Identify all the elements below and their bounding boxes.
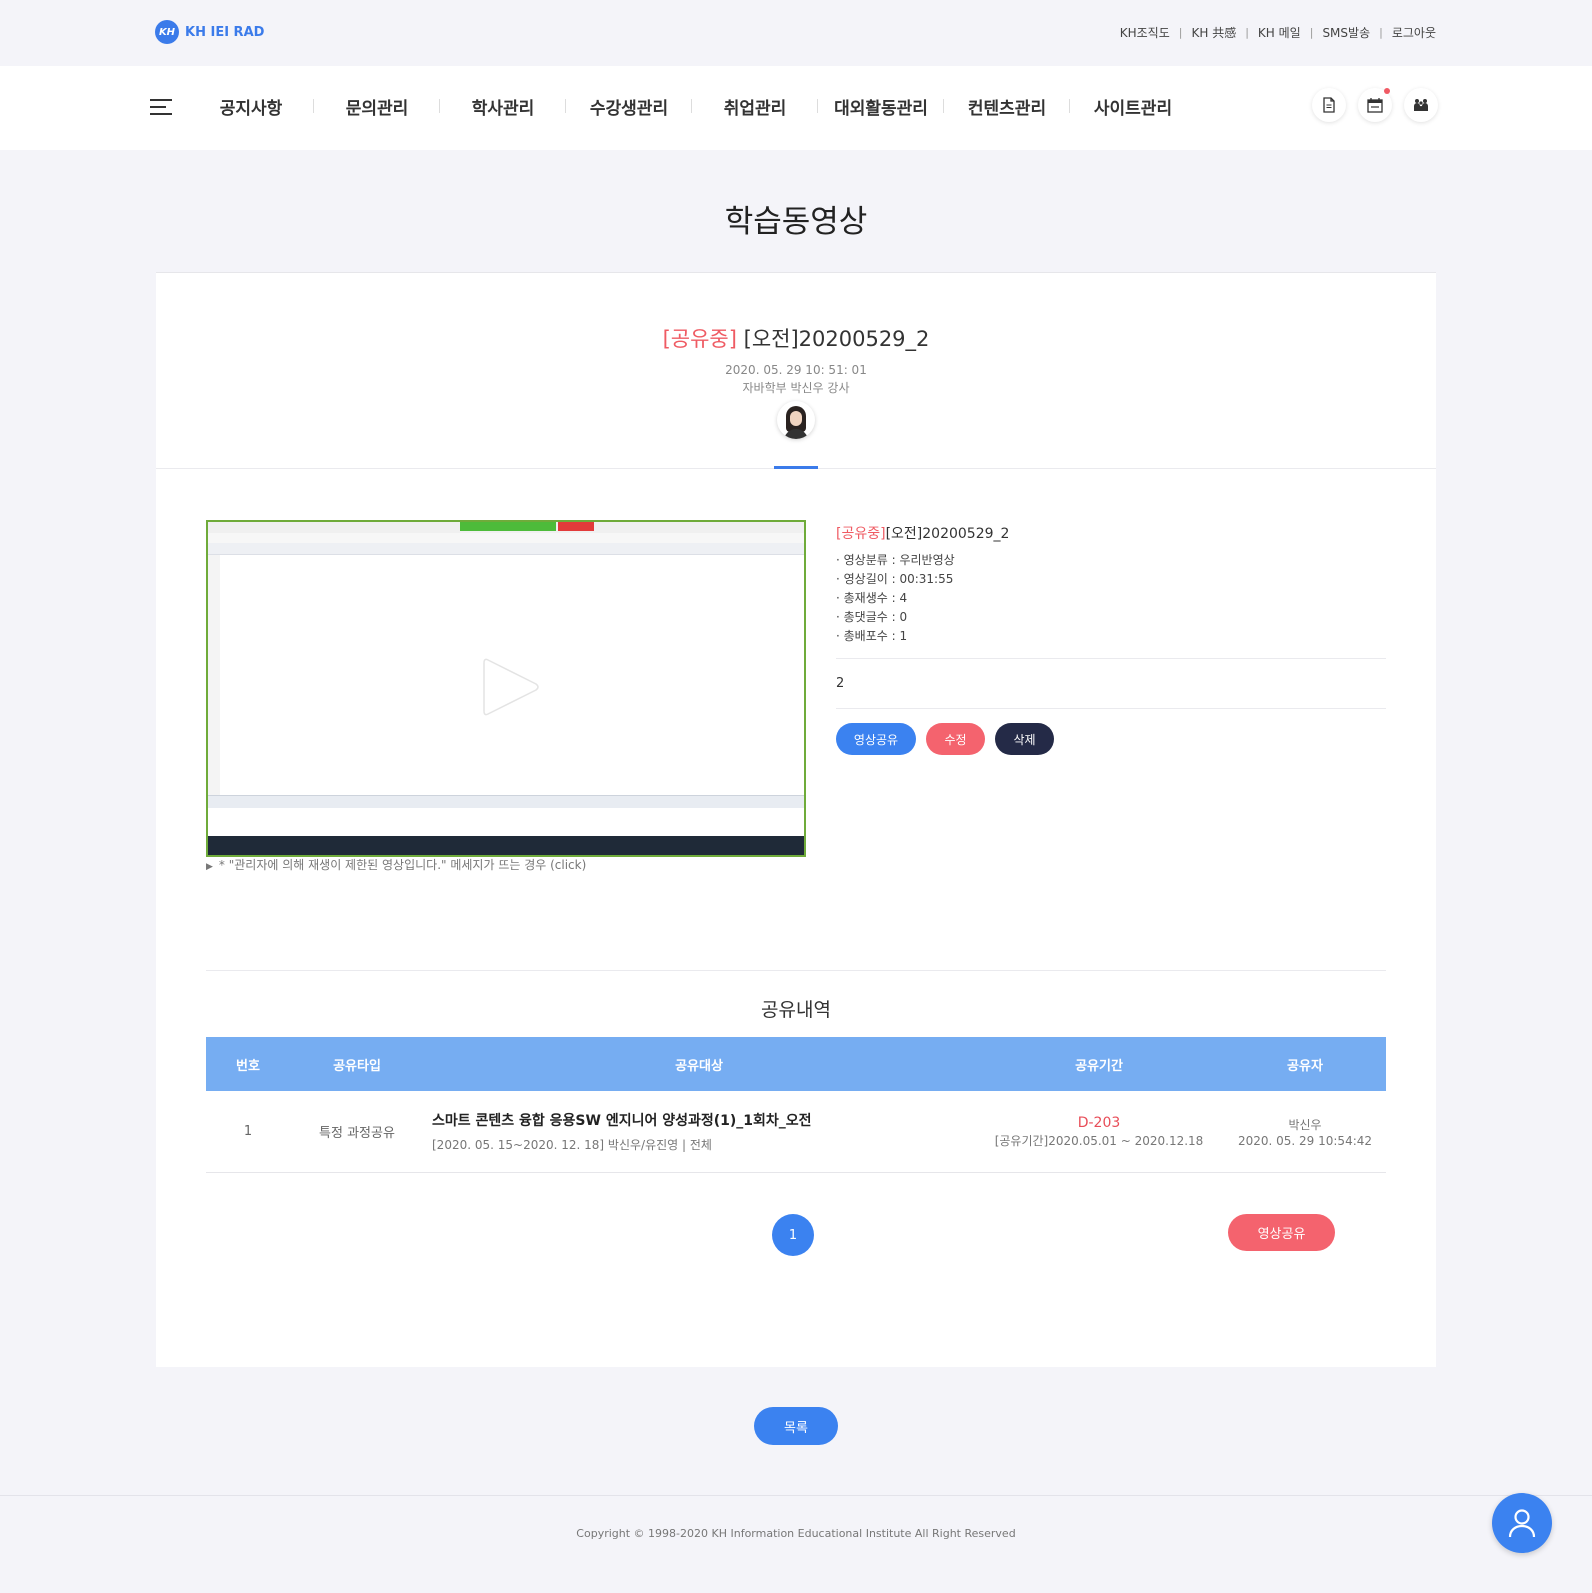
shared-at: 2020. 05. 29 10:54:42 xyxy=(1237,1133,1373,1148)
column-header-period: 공유기간 xyxy=(1075,1058,1123,1074)
separator: | xyxy=(1379,26,1383,39)
video-author: 자바학부 박신우 강사 xyxy=(742,381,850,395)
play-icon[interactable] xyxy=(480,654,542,720)
nav-icon-group xyxy=(1312,88,1438,122)
footer-divider xyxy=(0,1495,1592,1496)
avatar xyxy=(777,401,815,439)
share-history-title: 공유내역 xyxy=(761,999,831,1021)
document-icon[interactable] xyxy=(1312,88,1346,122)
info-title-text: [오전]20200529_2 xyxy=(885,526,1010,542)
video-datetime: 2020. 05. 29 10: 51: 01 xyxy=(725,363,867,377)
column-header-no: 번호 xyxy=(236,1058,260,1074)
nav-item-contents[interactable]: 컨텐츠관리 xyxy=(944,94,1070,119)
nav-item-students[interactable]: 수강생관리 xyxy=(566,94,692,119)
restrict-note-link[interactable]: ▶ * "관리자에 의해 재생이 제한된 영상입니다." 메세지가 뜨는 경우 (… xyxy=(206,856,586,873)
cell-target: 스마트 콘텐츠 융합 응용SW 엔지니어 양성과정(1)_1회차_오전 [202… xyxy=(424,1110,974,1153)
nav-item-site[interactable]: 사이트관리 xyxy=(1070,94,1196,119)
info-distribution-count: · 총배포수 : 1 xyxy=(836,629,908,643)
edit-button[interactable]: 수정 xyxy=(926,723,985,755)
share-video-button[interactable]: 영상공유 xyxy=(836,723,916,755)
content-panel: [공유중] [오전]20200529_2 2020. 05. 29 10: 51… xyxy=(156,272,1436,1367)
table-header: 번호 공유타입 공유대상 공유기간 공유자 xyxy=(206,1037,1386,1091)
util-link-logout[interactable]: 로그아웃 xyxy=(1392,24,1436,41)
column-header-sharer: 공유자 xyxy=(1287,1058,1323,1074)
column-header-type: 공유타입 xyxy=(333,1058,381,1074)
nav-item-notice[interactable]: 공지사항 xyxy=(188,94,314,119)
divider xyxy=(206,970,1386,971)
shared-status-tag: [공유중] xyxy=(836,526,886,542)
info-details: · 영상분류 : 우리반영상 · 영상길이 : 00:31:55 · 총재생수 … xyxy=(836,551,1386,646)
info-comment-count: · 총댓글수 : 0 xyxy=(836,610,908,624)
target-course-name: 스마트 콘텐츠 융합 응용SW 엔지니어 양성과정(1)_1회차_오전 xyxy=(432,1113,812,1129)
divider-accent xyxy=(774,466,818,469)
cell-sharer: 박신우 2020. 05. 29 10:54:42 xyxy=(1224,1116,1386,1148)
nav-item-employment[interactable]: 취업관리 xyxy=(692,94,818,119)
top-utility-bar: KH KH IEI RAD KH조직도 | KH 共感 | KH 메일 | SM… xyxy=(0,0,1592,66)
video-player[interactable] xyxy=(206,520,806,857)
target-course-detail: [2020. 05. 15~2020. 12. 18] 박신우/유진영 | 전체 xyxy=(432,1138,712,1152)
user-icon xyxy=(1508,1509,1536,1538)
nav-item-inquiry[interactable]: 문의관리 xyxy=(314,94,440,119)
info-play-count: · 총재생수 : 4 xyxy=(836,591,908,605)
cell-no: 1 xyxy=(243,1124,253,1139)
share-history-table: 번호 공유타입 공유대상 공유기간 공유자 1 특정 과정공유 스마트 콘텐츠 … xyxy=(206,1037,1386,1173)
video-title: [공유중] [오전]20200529_2 xyxy=(156,323,1436,353)
restrict-note-text: * "관리자에 의해 재생이 제한된 영상입니다." 메세지가 뜨는 경우 (c… xyxy=(218,858,587,872)
list-button[interactable]: 목록 xyxy=(754,1407,838,1445)
info-description: 2 xyxy=(836,676,845,691)
util-link-sms[interactable]: SMS발송 xyxy=(1322,24,1370,41)
sharer-name: 박신우 xyxy=(1288,1117,1322,1132)
separator: | xyxy=(1245,26,1249,39)
share-period: [공유기간]2020.05.01 ~ 2020.12.18 xyxy=(994,1133,1204,1148)
logo-text: KH IEI RAD xyxy=(185,24,265,40)
info-title: [공유중][오전]20200529_2 xyxy=(836,523,1386,543)
util-link-kh-mail[interactable]: KH 메일 xyxy=(1258,24,1301,41)
utility-links: KH조직도 | KH 共感 | KH 메일 | SMS발송 | 로그아웃 xyxy=(1120,24,1436,41)
logo-mark: KH xyxy=(155,20,179,44)
notification-dot xyxy=(1384,88,1390,94)
video-title-text: [오전]20200529_2 xyxy=(743,327,930,351)
nav-item-external[interactable]: 대외활동관리 xyxy=(818,94,944,119)
video-info: [공유중][오전]20200529_2 · 영상분류 : 우리반영상 · 영상길… xyxy=(836,523,1386,646)
copyright: Copyright © 1998-2020 KH Information Edu… xyxy=(576,1527,1016,1540)
action-buttons: 영상공유 수정 삭제 xyxy=(836,723,1054,755)
share-video-button-bottom[interactable]: 영상공유 xyxy=(1228,1214,1335,1251)
delete-button[interactable]: 삭제 xyxy=(995,723,1054,755)
util-link-kh-empathy[interactable]: KH 共感 xyxy=(1191,24,1236,41)
info-category: · 영상분류 : 우리반영상 xyxy=(836,553,955,567)
separator: | xyxy=(1178,26,1183,39)
pagination-page-1[interactable]: 1 xyxy=(772,1214,814,1256)
cell-period: D-203 [공유기간]2020.05.01 ~ 2020.12.18 xyxy=(974,1115,1224,1149)
util-link-org-chart[interactable]: KH조직도 xyxy=(1120,24,1170,41)
divider xyxy=(836,658,1386,659)
shared-status-tag: [공유중] xyxy=(662,327,737,351)
separator: | xyxy=(1309,26,1314,39)
main-nav: 공지사항 문의관리 학사관리 수강생관리 취업관리 대외활동관리 컨텐츠관리 사… xyxy=(0,66,1592,150)
info-length: · 영상길이 : 00:31:55 xyxy=(836,572,954,586)
nav-item-academic[interactable]: 학사관리 xyxy=(440,94,566,119)
table-row[interactable]: 1 특정 과정공유 스마트 콘텐츠 융합 응용SW 엔지니어 양성과정(1)_1… xyxy=(206,1091,1386,1173)
hamburger-menu-icon[interactable] xyxy=(150,99,172,115)
dday-badge: D-203 xyxy=(1077,1114,1121,1131)
calendar-icon[interactable] xyxy=(1358,88,1392,122)
page-title: 학습동영상 xyxy=(724,204,868,240)
video-header: [공유중] [오전]20200529_2 2020. 05. 29 10: 51… xyxy=(156,323,1436,396)
column-header-target: 공유대상 xyxy=(675,1058,723,1074)
divider xyxy=(836,708,1386,709)
user-profile-button[interactable] xyxy=(1492,1493,1552,1553)
cell-type: 특정 과정공유 xyxy=(319,1126,395,1141)
caret-right-icon: ▶ xyxy=(206,862,213,872)
logo[interactable]: KH KH IEI RAD xyxy=(155,20,264,44)
nav-menu: 공지사항 문의관리 학사관리 수강생관리 취업관리 대외활동관리 컨텐츠관리 사… xyxy=(188,94,1196,119)
people-icon[interactable] xyxy=(1404,88,1438,122)
